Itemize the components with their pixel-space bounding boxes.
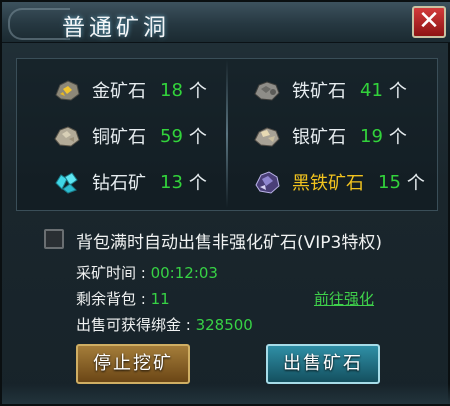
black-iron-ore-icon <box>255 171 280 194</box>
title-ornament <box>8 8 70 40</box>
sell-gold-value: 328500 <box>195 316 253 334</box>
bottom-ornament <box>2 384 450 404</box>
ore-item-iron: 铁矿石 41 个 <box>252 74 407 106</box>
stop-mining-button[interactable]: 停止挖矿 <box>76 344 190 384</box>
gold-ore-icon <box>55 80 80 101</box>
ore-name: 银矿石 <box>292 127 346 148</box>
ore-unit: 个 <box>406 173 425 194</box>
ore-count: 15 <box>378 171 401 193</box>
goto-enhance-link[interactable]: 前往强化 <box>314 288 374 309</box>
ore-name: 铁矿石 <box>292 81 346 102</box>
mining-time-label: 采矿时间 : <box>76 264 151 282</box>
mining-time-value: 00:12:03 <box>150 264 218 282</box>
ore-name: 金矿石 <box>92 81 146 102</box>
sell-gold-label: 出售可获得绑金 : <box>76 316 196 334</box>
ore-count: 59 <box>160 125 183 147</box>
ore-unit: 个 <box>188 173 207 194</box>
ore-unit: 个 <box>388 81 407 102</box>
ore-item-copper: 铜矿石 59 个 <box>52 120 207 152</box>
ore-item-silver: 银矿石 19 个 <box>252 120 407 152</box>
title-bar[interactable]: 普通矿洞 ✕ <box>2 2 450 43</box>
auto-sell-label: 背包满时自动出售非强化矿石(VIP3特权) <box>76 233 382 253</box>
window-title: 普通矿洞 <box>62 15 170 41</box>
ore-item-diamond: 钻石矿 13 个 <box>52 166 207 198</box>
ore-unit: 个 <box>188 127 207 148</box>
silver-ore-icon <box>254 127 280 147</box>
ore-count: 18 <box>160 79 183 101</box>
auto-sell-checkbox[interactable] <box>44 229 64 249</box>
ore-count: 13 <box>160 171 183 193</box>
ore-panel-divider <box>226 60 228 208</box>
diamond-ore-icon <box>55 172 78 194</box>
sell-ore-button[interactable]: 出售矿石 <box>266 344 380 384</box>
ore-count: 41 <box>360 79 383 101</box>
bag-space-row: 剩余背包 : 11 <box>76 288 170 309</box>
ore-unit: 个 <box>188 81 207 102</box>
ore-item-black-iron: 黑铁矿石 15 个 <box>252 166 425 198</box>
ore-item-gold: 金矿石 18 个 <box>52 74 207 106</box>
ore-name: 黑铁矿石 <box>292 173 364 194</box>
iron-ore-icon <box>254 81 280 101</box>
ore-count: 19 <box>360 125 383 147</box>
copper-ore-icon <box>54 126 80 147</box>
sell-gold-row: 出售可获得绑金 : 328500 <box>76 314 253 335</box>
bag-space-label: 剩余背包 : <box>76 290 151 308</box>
mine-window: 普通矿洞 ✕ 金矿石 18 个 铁矿石 41 个 铜矿石 59 个 银矿石 19… <box>0 0 450 406</box>
close-button[interactable]: ✕ <box>412 6 446 38</box>
ore-unit: 个 <box>388 127 407 148</box>
ore-name: 铜矿石 <box>92 127 146 148</box>
bag-space-value: 11 <box>150 290 170 308</box>
mining-time-row: 采矿时间 : 00:12:03 <box>76 262 218 283</box>
ore-name: 钻石矿 <box>92 173 146 194</box>
